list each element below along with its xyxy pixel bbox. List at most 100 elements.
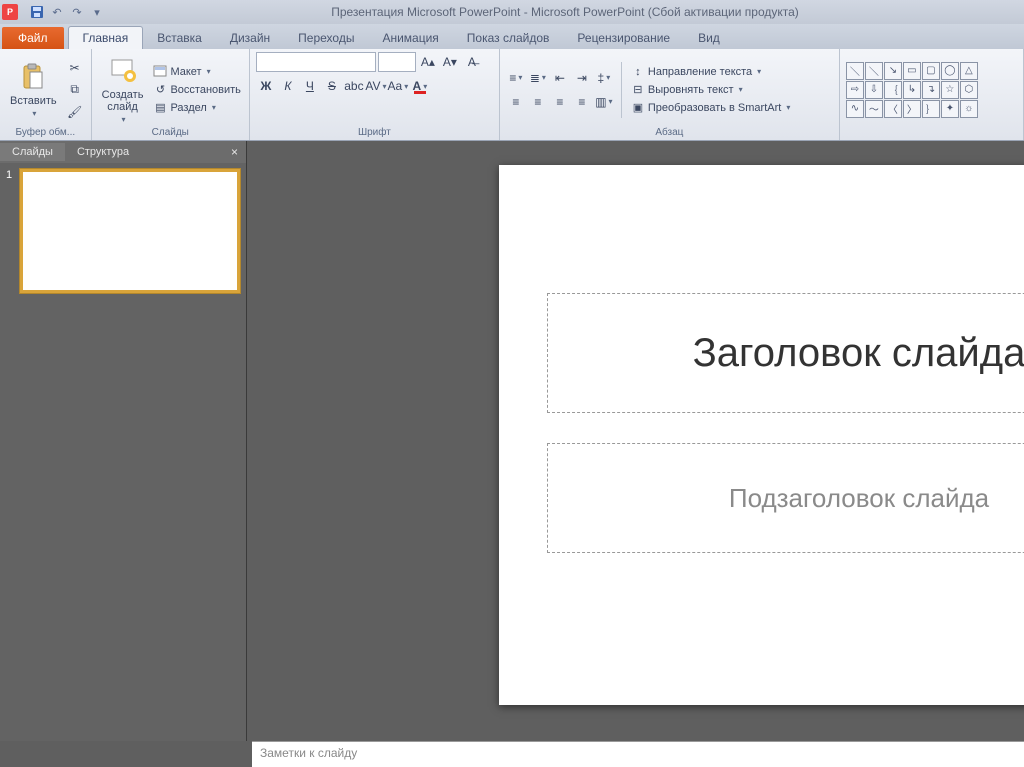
convert-smartart-button[interactable]: ▣Преобразовать в SmartArt▾ xyxy=(629,100,792,116)
tab-view[interactable]: Вид xyxy=(684,27,734,49)
decrease-indent-icon[interactable]: ⇤ xyxy=(550,68,570,88)
workspace: Слайды Структура × 1 Заголовок слайда По… xyxy=(0,141,1024,741)
shape-rect-icon[interactable]: ▭ xyxy=(903,62,921,80)
tab-review[interactable]: Рецензирование xyxy=(563,27,684,49)
align-text-button[interactable]: ⊟Выровнять текст▾ xyxy=(629,82,792,98)
clear-formatting-icon[interactable]: A̶ xyxy=(462,52,482,72)
ribbon-tabs: Файл Главная Вставка Дизайн Переходы Ани… xyxy=(0,24,1024,49)
shape-bracket2-icon[interactable]: 〉 xyxy=(903,100,921,118)
justify-icon[interactable]: ≡ xyxy=(572,92,592,112)
font-name-input[interactable] xyxy=(256,52,376,72)
shape-arrow-d-icon[interactable]: ⇩ xyxy=(865,81,883,99)
tab-design[interactable]: Дизайн xyxy=(216,27,284,49)
panel-tabs: Слайды Структура × xyxy=(0,141,246,163)
slides-panel: Слайды Структура × 1 xyxy=(0,141,247,741)
italic-icon[interactable]: К xyxy=(278,76,298,96)
shape-curve2-icon[interactable]: 〜 xyxy=(865,100,883,118)
columns-icon[interactable]: ▥▾ xyxy=(594,92,614,112)
section-button[interactable]: ▤ Раздел▾ xyxy=(151,100,242,116)
shadow-icon[interactable]: abc xyxy=(344,76,364,96)
ribbon: Вставить ▾ ✂ ⧉ 🖌 Буфер обм... Создать сл… xyxy=(0,49,1024,141)
group-slides: Создать слайд ▾ Макет▾ ↺ Восстановить ▤ … xyxy=(92,49,250,140)
grow-font-icon[interactable]: A▴ xyxy=(418,52,438,72)
strike-icon[interactable]: S xyxy=(322,76,342,96)
shape-bracket-icon[interactable]: 〈 xyxy=(884,100,902,118)
notes-placeholder-text: Заметки к слайду xyxy=(260,746,357,760)
align-left-icon[interactable]: ≡ xyxy=(506,92,526,112)
bold-icon[interactable]: Ж xyxy=(256,76,276,96)
paste-label: Вставить xyxy=(10,95,57,107)
thumbnail-list: 1 xyxy=(0,163,246,741)
cut-icon[interactable]: ✂ xyxy=(65,58,85,78)
app-icon: P xyxy=(2,4,18,20)
thumbnail-preview[interactable] xyxy=(20,169,240,293)
increase-indent-icon[interactable]: ⇥ xyxy=(572,68,592,88)
title-bar: P ↶ ↷ ▾ Презентация Microsoft PowerPoint… xyxy=(0,0,1024,24)
qat-customize-icon[interactable]: ▾ xyxy=(88,3,106,21)
thumbnail-number: 1 xyxy=(6,169,16,293)
tab-animation[interactable]: Анимация xyxy=(368,27,452,49)
redo-icon[interactable]: ↷ xyxy=(68,3,86,21)
save-icon[interactable] xyxy=(28,3,46,21)
font-color-icon[interactable]: A▾ xyxy=(410,76,430,96)
shape-connector2-icon[interactable]: ↴ xyxy=(922,81,940,99)
subtitle-placeholder[interactable]: Подзаголовок слайда xyxy=(547,443,1024,553)
shape-arrow-r-icon[interactable]: ⇨ xyxy=(846,81,864,99)
tab-transitions[interactable]: Переходы xyxy=(284,27,368,49)
file-tab[interactable]: Файл xyxy=(2,27,64,49)
shape-line2-icon[interactable]: ＼ xyxy=(865,62,883,80)
shrink-font-icon[interactable]: A▾ xyxy=(440,52,460,72)
tab-slideshow[interactable]: Показ слайдов xyxy=(453,27,564,49)
shape-line3-icon[interactable]: ↘ xyxy=(884,62,902,80)
panel-close-icon[interactable]: × xyxy=(223,145,246,159)
notes-pane[interactable]: Заметки к слайду xyxy=(252,741,1024,767)
title-placeholder[interactable]: Заголовок слайда xyxy=(547,293,1024,413)
tab-insert[interactable]: Вставка xyxy=(143,27,216,49)
paste-button[interactable]: Вставить ▾ xyxy=(6,59,61,120)
reset-button[interactable]: ↺ Восстановить xyxy=(151,82,242,98)
slides-group-label: Слайды xyxy=(98,127,243,139)
paragraph-group-label: Абзац xyxy=(506,127,833,139)
slide-area: Заголовок слайда Подзаголовок слайда xyxy=(247,141,1024,741)
shape-tri-icon[interactable]: △ xyxy=(960,62,978,80)
window-title: Презентация Microsoft PowerPoint - Micro… xyxy=(106,5,1024,19)
shape-gallery[interactable]: ＼ ＼ ↘ ▭ ▢ ◯ △ ⇨ ⇩ ｛ ↳ ↴ ☆ ⬡ ∿ 〜 〈 〉 ｝ ✦ xyxy=(846,62,978,118)
char-spacing-icon[interactable]: AV▾ xyxy=(366,76,386,96)
shape-rect2-icon[interactable]: ▢ xyxy=(922,62,940,80)
shape-curve-icon[interactable]: ∿ xyxy=(846,100,864,118)
underline-icon[interactable]: Ч xyxy=(300,76,320,96)
shape-brace2-icon[interactable]: ｝ xyxy=(922,100,940,118)
group-paragraph: ≡▾ ≣▾ ⇤ ⇥ ‡▾ ≡ ≡ ≡ ≡ ▥▾ ↕Направление тек… xyxy=(500,49,840,140)
change-case-icon[interactable]: Aa▾ xyxy=(388,76,408,96)
new-slide-button[interactable]: Создать слайд ▾ xyxy=(98,53,148,126)
shape-brace-icon[interactable]: ｛ xyxy=(884,81,902,99)
align-right-icon[interactable]: ≡ xyxy=(550,92,570,112)
group-clipboard: Вставить ▾ ✂ ⧉ 🖌 Буфер обм... xyxy=(0,49,92,140)
slide-canvas[interactable]: Заголовок слайда Подзаголовок слайда xyxy=(247,141,1024,741)
shape-hex-icon[interactable]: ⬡ xyxy=(960,81,978,99)
line-spacing-icon[interactable]: ‡▾ xyxy=(594,68,614,88)
copy-icon[interactable]: ⧉ xyxy=(65,80,85,100)
thumbnail-item[interactable]: 1 xyxy=(6,169,240,293)
format-painter-icon[interactable]: 🖌 xyxy=(65,102,85,122)
shape-sun-icon[interactable]: ☼ xyxy=(960,100,978,118)
panel-tab-outline[interactable]: Структура xyxy=(65,143,141,161)
new-slide-label: Создать слайд xyxy=(102,89,144,113)
shape-star-icon[interactable]: ☆ xyxy=(941,81,959,99)
numbering-icon[interactable]: ≣▾ xyxy=(528,68,548,88)
group-drawing: ＼ ＼ ↘ ▭ ▢ ◯ △ ⇨ ⇩ ｛ ↳ ↴ ☆ ⬡ ∿ 〜 〈 〉 ｝ ✦ xyxy=(840,49,1024,140)
panel-tab-slides[interactable]: Слайды xyxy=(0,143,65,161)
undo-icon[interactable]: ↶ xyxy=(48,3,66,21)
layout-button[interactable]: Макет▾ xyxy=(151,64,242,80)
shape-oval-icon[interactable]: ◯ xyxy=(941,62,959,80)
shape-line-icon[interactable]: ＼ xyxy=(846,62,864,80)
shape-star2-icon[interactable]: ✦ xyxy=(941,100,959,118)
slide[interactable]: Заголовок слайда Подзаголовок слайда xyxy=(499,165,1024,705)
font-size-input[interactable] xyxy=(378,52,416,72)
bullets-icon[interactable]: ≡▾ xyxy=(506,68,526,88)
align-center-icon[interactable]: ≡ xyxy=(528,92,548,112)
clipboard-group-label: Буфер обм... xyxy=(6,127,85,139)
tab-home[interactable]: Главная xyxy=(68,26,144,49)
text-direction-button[interactable]: ↕Направление текста▾ xyxy=(629,64,792,80)
shape-connector-icon[interactable]: ↳ xyxy=(903,81,921,99)
